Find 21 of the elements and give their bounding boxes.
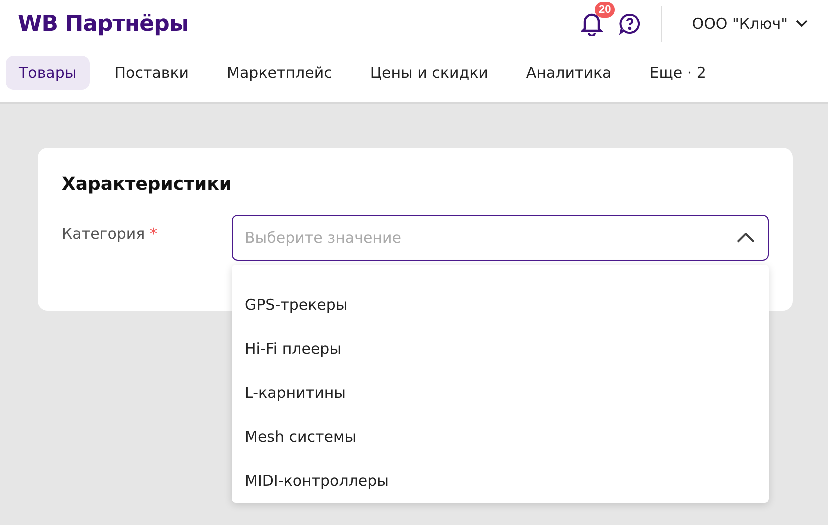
nav-tab[interactable]: Поставки	[102, 56, 202, 90]
help-icon	[619, 13, 642, 35]
dropdown-option[interactable]: Mesh системы	[232, 415, 769, 459]
logo: WB Партнёры	[18, 12, 189, 36]
nav-tab[interactable]: Цены и скидки	[357, 56, 502, 90]
dropdown-option[interactable]: Hi-Fi плееры	[232, 327, 769, 371]
chevron-down-icon	[796, 20, 808, 28]
chevron-up-icon	[737, 233, 755, 243]
nav-tab[interactable]: Маркетплейс	[214, 56, 346, 90]
account-menu[interactable]: ООО "Ключ"	[692, 15, 808, 33]
field-label: Категория *	[62, 224, 158, 243]
nav-tab[interactable]: Товары	[6, 56, 90, 90]
category-select[interactable]: Выберите значение	[232, 215, 769, 261]
notification-badge: 20	[595, 2, 616, 18]
bell-icon	[581, 12, 604, 36]
section-title: Характеристики	[62, 174, 233, 195]
dropdown-option[interactable]: MIDI-контроллеры	[232, 459, 769, 503]
dropdown-option[interactable]: GPS-трекеры	[232, 283, 769, 327]
nav-tab[interactable]: Еще · 2	[636, 56, 720, 90]
dropdown-option[interactable]: L-карнитины	[232, 371, 769, 415]
nav-tab[interactable]: Аналитика	[513, 56, 625, 90]
